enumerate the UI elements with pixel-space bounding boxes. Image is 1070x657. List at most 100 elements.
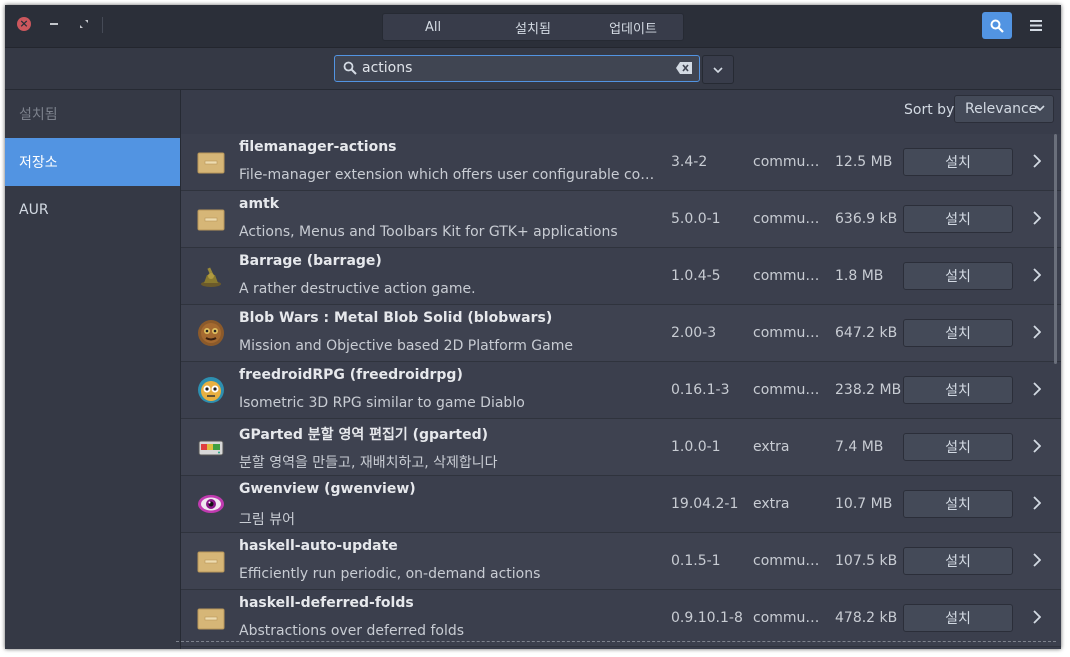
minimize-icon[interactable]	[47, 17, 61, 31]
install-button[interactable]: 설치	[903, 148, 1013, 176]
gparted-disk-icon	[197, 433, 225, 461]
package-size: 478.2 kB	[835, 610, 898, 626]
sort-selected-value: Relevance	[965, 101, 1038, 117]
install-button[interactable]: 설치	[903, 262, 1013, 290]
table-row[interactable]: Barrage (barrage) A rather destructive ac…	[181, 248, 1061, 305]
chevron-right-icon[interactable]	[1033, 496, 1041, 510]
freedroid-icon	[197, 376, 225, 404]
tab-installed[interactable]: 설치됨	[483, 14, 583, 40]
table-row[interactable]: GParted 분할 영역 편집기 (gparted) 분할 영역을 만들고, 재…	[181, 419, 1061, 476]
sort-bar: Sort by Relevance	[181, 90, 1061, 130]
table-row[interactable]: amtk Actions, Menus and Toolbars Kit for …	[181, 191, 1061, 248]
package-version: 0.1.5-1	[671, 553, 721, 569]
package-size: 1.8 MB	[835, 268, 884, 284]
install-button[interactable]: 설치	[903, 319, 1013, 347]
package-description: Actions, Menus and Toolbars Kit for GTK+…	[239, 224, 618, 240]
install-button[interactable]: 설치	[903, 205, 1013, 233]
package-name: Blob Wars : Metal Blob Solid (blobwars)	[239, 310, 553, 326]
package-repository: commun…	[753, 382, 825, 398]
search-toggle-button[interactable]	[982, 12, 1012, 39]
package-repository: extra	[753, 496, 790, 512]
package-list: filemanager-actions File-manager extensio…	[181, 134, 1061, 647]
package-repository: commun…	[753, 211, 825, 227]
clear-search-icon[interactable]	[676, 62, 692, 74]
package-version: 19.04.2-1	[671, 496, 739, 512]
chevron-right-icon[interactable]	[1033, 325, 1041, 339]
package-repository: commun…	[753, 325, 825, 341]
chevron-right-icon[interactable]	[1033, 610, 1041, 624]
package-version: 5.0.0-1	[671, 211, 721, 227]
install-button[interactable]: 설치	[903, 433, 1013, 461]
chevron-right-icon[interactable]	[1033, 154, 1041, 168]
table-row[interactable]: haskell-deferred-folds Abstractions over …	[181, 590, 1061, 647]
barrage-tank-icon	[197, 262, 225, 290]
scrollbar[interactable]	[1054, 134, 1057, 364]
package-box-icon	[197, 604, 225, 632]
tab-updates[interactable]: 업데이트	[583, 14, 683, 40]
close-icon[interactable]: ×	[17, 17, 31, 31]
search-options-dropdown[interactable]	[702, 55, 734, 84]
package-size: 647.2 kB	[835, 325, 898, 341]
table-row[interactable]: filemanager-actions File-manager extensio…	[181, 134, 1061, 191]
header-separator	[102, 17, 103, 33]
sidebar-item-installed[interactable]: 설치됨	[5, 90, 180, 138]
package-name: haskell-auto-update	[239, 538, 398, 554]
install-button[interactable]: 설치	[903, 547, 1013, 575]
search-icon	[343, 61, 357, 75]
hamburger-menu-button[interactable]	[1021, 12, 1051, 39]
gwenview-eye-icon	[197, 490, 225, 518]
chevron-right-icon[interactable]	[1033, 211, 1041, 225]
package-repository: commun…	[753, 268, 825, 284]
mode-switcher: All 설치됨 업데이트	[382, 13, 684, 41]
package-version: 2.00-3	[671, 325, 717, 341]
package-description: 그림 뷰어	[239, 512, 295, 528]
maximize-icon[interactable]	[77, 17, 91, 31]
sidebar-item-repositories[interactable]: 저장소	[5, 138, 180, 186]
table-row[interactable]: Blob Wars : Metal Blob Solid (blobwars) M…	[181, 305, 1061, 362]
package-repository: commun…	[753, 610, 825, 626]
package-description: Isometric 3D RPG similar to game Diablo	[239, 395, 525, 411]
package-repository: commun…	[753, 154, 825, 170]
install-button[interactable]: 설치	[903, 376, 1013, 404]
install-button[interactable]: 설치	[903, 604, 1013, 632]
chevron-down-icon	[713, 66, 723, 73]
search-icon	[990, 19, 1004, 33]
sidebar-item-aur[interactable]: AUR	[5, 186, 180, 234]
package-box-icon	[197, 205, 225, 233]
package-size: 238.2 MB	[835, 382, 902, 398]
package-version: 1.0.4-5	[671, 268, 721, 284]
search-field	[334, 55, 700, 82]
hamburger-icon	[1030, 20, 1042, 31]
package-description: Efficiently run periodic, on-demand acti…	[239, 566, 541, 582]
package-name: Gwenview (gwenview)	[239, 481, 416, 497]
package-list-panel: Sort by Relevance filemanager-actions Fil…	[181, 90, 1061, 649]
chevron-right-icon[interactable]	[1033, 268, 1041, 282]
package-name: amtk	[239, 196, 280, 212]
package-size: 10.7 MB	[835, 496, 893, 512]
table-row[interactable]: Gwenview (gwenview) 그림 뷰어 19.04.2-1 extra 10…	[181, 476, 1061, 533]
chevron-right-icon[interactable]	[1033, 553, 1041, 567]
package-name: Barrage (barrage)	[239, 253, 382, 269]
package-box-icon	[197, 547, 225, 575]
package-size: 636.9 kB	[835, 211, 898, 227]
search-input[interactable]	[362, 58, 662, 78]
package-description: File-manager extension which offers user…	[239, 167, 659, 183]
package-name: freedroidRPG (freedroidrpg)	[239, 367, 463, 383]
sort-label: Sort by	[904, 102, 955, 118]
sort-dropdown[interactable]: Relevance	[954, 95, 1054, 123]
package-size: 7.4 MB	[835, 439, 884, 455]
package-name: GParted 분할 영역 편집기 (gparted)	[239, 427, 488, 443]
package-description: A rather destructive action game.	[239, 281, 476, 297]
install-button[interactable]: 설치	[903, 490, 1013, 518]
package-version: 1.0.0-1	[671, 439, 721, 455]
table-row[interactable]: freedroidRPG (freedroidrpg) Isometric 3D …	[181, 362, 1061, 419]
header-bar: × All 설치됨 업데이트	[5, 5, 1061, 48]
table-row[interactable]: haskell-auto-update Efficiently run perio…	[181, 533, 1061, 590]
chevron-down-icon	[1035, 105, 1045, 111]
package-description: Abstractions over deferred folds	[239, 623, 465, 639]
package-size: 12.5 MB	[835, 154, 893, 170]
tab-all[interactable]: All	[383, 14, 483, 40]
package-version: 0.9.10.1-8	[671, 610, 743, 626]
chevron-right-icon[interactable]	[1033, 439, 1041, 453]
chevron-right-icon[interactable]	[1033, 382, 1041, 396]
